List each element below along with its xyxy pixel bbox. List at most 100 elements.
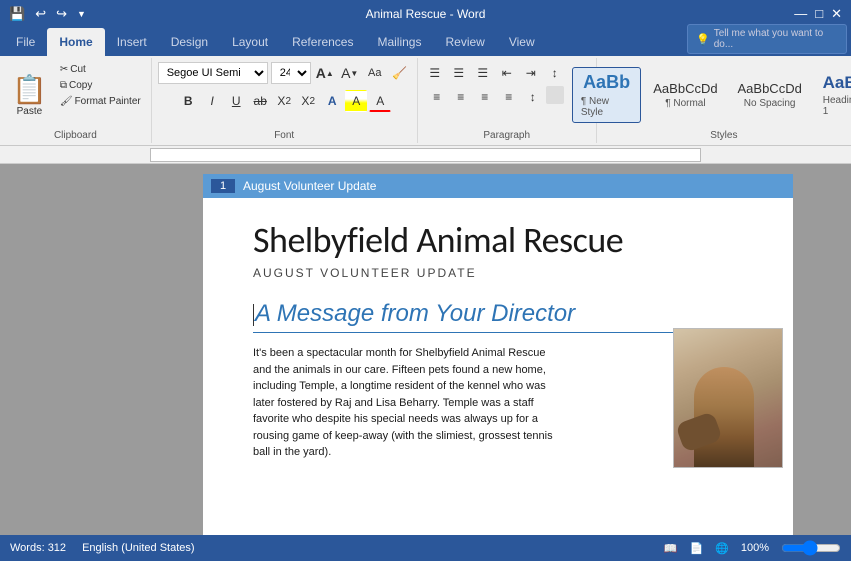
new-style-preview: AaBb [583,72,630,94]
decrease-indent-button[interactable]: ⇤ [496,62,518,84]
clear-formatting-button[interactable]: 🧹 [389,62,411,84]
tab-layout[interactable]: Layout [220,28,280,56]
align-center-button[interactable]: ≡ [450,86,472,108]
ruler [0,146,851,164]
cut-button[interactable]: ✂ Cut [56,62,145,77]
normal-label: ¶ Normal [665,98,705,109]
view-mode-web[interactable]: 🌐 [715,542,729,555]
shading-button[interactable] [546,86,564,104]
status-bar: Words: 312 English (United States) 📖 📄 🌐… [0,535,851,561]
tab-design[interactable]: Design [159,28,220,56]
lightbulb-icon: 💡 [696,33,710,46]
tab-review[interactable]: Review [433,28,496,56]
zoom-level: 100% [741,542,769,554]
maximize-button[interactable]: □ [812,4,826,24]
change-case-button[interactable]: Aa [364,62,386,84]
tab-file[interactable]: File [4,28,47,56]
clipboard-group: 📋 Paste ✂ Cut ⧉ Copy 🖌 Format Painter Cl… [0,58,152,143]
tab-view[interactable]: View [497,28,547,56]
strikethrough-button[interactable]: ab [249,90,271,112]
no-spacing-preview: AaBbCcDd [738,81,802,97]
view-mode-read[interactable]: 📖 [664,542,678,555]
minimize-button[interactable]: — [791,4,810,24]
ribbon-content: 📋 Paste ✂ Cut ⧉ Copy 🖌 Format Painter Cl… [0,56,851,146]
save-button[interactable]: 💾 [6,4,28,24]
styles-label: Styles [710,128,737,141]
align-left-button[interactable]: ≡ [426,86,448,108]
copy-button[interactable]: ⧉ Copy [56,78,145,93]
paste-icon: 📋 [12,73,47,106]
paste-button[interactable]: 📋 Paste [6,62,53,128]
new-style-label: ¶ New Style [581,96,632,118]
superscript-button[interactable]: X2 [297,90,319,112]
copy-icon: ⧉ [60,80,67,91]
close-button[interactable]: ✕ [828,4,845,24]
zoom-slider[interactable] [781,542,841,554]
view-mode-print[interactable]: 📄 [689,542,703,555]
no-spacing-label: No Spacing [744,98,796,109]
heading1-label: Heading 1 [823,95,851,117]
text-highlight-button[interactable]: A [345,90,367,112]
text-cursor [253,304,254,326]
page-line-text: August Volunteer Update [243,179,376,193]
font-size-select[interactable]: 24 [271,62,311,84]
italic-button[interactable]: I [201,90,223,112]
increase-font-button[interactable]: A▲ [314,62,336,84]
paste-label: Paste [17,106,43,117]
font-family-select[interactable]: Segoe UI Semi [158,62,268,84]
undo-button[interactable]: ↩ [32,4,49,24]
font-group: Segoe UI Semi 24 A▲ A▼ Aa 🧹 B I U ab X2 … [152,58,418,143]
page-header-line: 1 August Volunteer Update [203,174,793,198]
format-painter-button[interactable]: 🖌 Format Painter [56,94,145,109]
doc-sidebar [0,164,145,535]
word-count: Words: 312 [10,542,66,554]
language: English (United States) [82,542,195,554]
doc-subtitle: AUGUST VOLUNTEER UPDATE [253,266,743,280]
font-label: Font [274,128,294,141]
paragraph-label: Paragraph [483,128,530,141]
numbering-button[interactable]: ☰ [448,62,470,84]
page-container: 1 August Volunteer Update Shelbyfield An… [145,164,851,535]
tab-mailings[interactable]: Mailings [365,28,433,56]
decrease-font-button[interactable]: A▼ [339,62,361,84]
tab-references[interactable]: References [280,28,365,56]
tell-me-text: Tell me what you want to do... [714,28,838,50]
sort-button[interactable]: ↕ [544,62,566,84]
text-effects-button[interactable]: A [321,90,343,112]
bullets-button[interactable]: ☰ [424,62,446,84]
redo-button[interactable]: ↪ [53,4,70,24]
ruler-bar [150,148,701,162]
doc-body-text: It's been a spectacular month for Shelby… [253,345,563,461]
justify-button[interactable]: ≡ [498,86,520,108]
normal-preview: AaBbCcDd [653,81,717,97]
increase-indent-button[interactable]: ⇥ [520,62,542,84]
doc-heading: A Message from Your Director [253,300,743,333]
subscript-button[interactable]: X2 [273,90,295,112]
doc-title: Shelbyfield Animal Rescue [253,218,743,262]
styles-group: AaBb ¶ New Style AaBbCcDd ¶ Normal AaBbC… [597,58,851,143]
font-color-button[interactable]: A [369,90,391,112]
bold-button[interactable]: B [177,90,199,112]
doc-image [673,328,783,468]
style-normal[interactable]: AaBbCcDd ¶ Normal [645,76,725,115]
document-area: 1 August Volunteer Update Shelbyfield An… [0,164,851,535]
tell-me-box[interactable]: 💡 Tell me what you want to do... [687,24,847,54]
underline-button[interactable]: U [225,90,247,112]
tab-insert[interactable]: Insert [105,28,159,56]
page-body[interactable]: Shelbyfield Animal Rescue AUGUST VOLUNTE… [203,198,793,535]
format-painter-icon: 🖌 [60,96,73,107]
style-new-style[interactable]: AaBb ¶ New Style [572,67,641,123]
style-heading1[interactable]: AaBb Heading 1 [814,68,851,122]
quick-access-dropdown[interactable]: ▼ [74,7,89,21]
multilevel-list-button[interactable]: ☰ [472,62,494,84]
clipboard-label: Clipboard [54,128,97,141]
line-spacing-button[interactable]: ↕ [522,86,544,108]
tab-home[interactable]: Home [47,28,104,56]
page-number: 1 [211,179,235,193]
ribbon-tabs: File Home Insert Design Layout Reference… [0,28,851,56]
app-title: Animal Rescue - Word [366,7,486,21]
scissors-icon: ✂ [60,64,68,75]
align-right-button[interactable]: ≡ [474,86,496,108]
style-no-spacing[interactable]: AaBbCcDd No Spacing [730,76,810,115]
quick-access-toolbar: 💾 ↩ ↪ ▼ [6,4,89,24]
